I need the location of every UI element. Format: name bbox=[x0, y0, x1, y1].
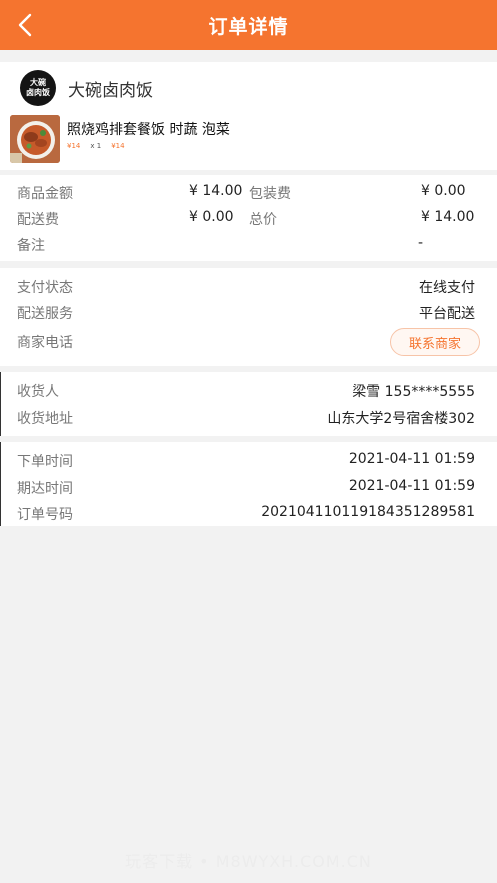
shop-row[interactable]: 大碗 卤肉饭 大碗卤肉饭 bbox=[20, 70, 153, 106]
shop-logo-text-bottom: 卤肉饭 bbox=[26, 88, 50, 97]
remark-value: - bbox=[418, 235, 424, 251]
order-number-label: 订单号码 bbox=[17, 507, 73, 523]
remark-label: 备注 bbox=[17, 238, 45, 254]
total-price-label: 总价 bbox=[249, 212, 277, 228]
page-title: 订单详情 bbox=[208, 15, 289, 38]
chevron-left-icon bbox=[18, 13, 32, 37]
recipient-name-value: 梁雪 155****5555 bbox=[352, 384, 475, 400]
item-unit-price: ¥14 bbox=[67, 142, 81, 150]
payment-status-value: 在线支付 bbox=[419, 280, 475, 296]
shop-logo: 大碗 卤肉饭 bbox=[20, 70, 56, 106]
expected-time-label: 期达时间 bbox=[17, 481, 73, 497]
order-time-value: 2021-04-11 01:59 bbox=[348, 451, 475, 467]
item-total-price: ¥14 bbox=[111, 142, 125, 150]
recipient-name-label: 收货人 bbox=[17, 384, 59, 400]
packing-fee-value: ¥ 0.00 bbox=[421, 183, 466, 199]
shop-logo-text-top: 大碗 bbox=[30, 78, 46, 87]
recipient-address-label: 收货地址 bbox=[17, 411, 73, 427]
item-meta: ¥14 x 1 ¥14 bbox=[67, 142, 230, 150]
app-header: 订单详情 bbox=[0, 0, 497, 50]
payment-status-label: 支付状态 bbox=[17, 280, 73, 296]
order-info-card: 下单时间 2021-04-11 01:59 期达时间 2021-04-11 01… bbox=[0, 442, 497, 526]
order-number-value: 20210411011918435128958​1 bbox=[261, 504, 475, 520]
delivery-service-value: 平台配送 bbox=[419, 306, 475, 322]
item-image bbox=[10, 115, 60, 163]
order-time-label: 下单时间 bbox=[17, 454, 73, 470]
shop-name: 大碗卤肉饭 bbox=[68, 80, 153, 101]
payment-card: 支付状态 在线支付 配送服务 平台配送 商家电话 联系商家 bbox=[0, 268, 497, 366]
delivery-fee-value: ¥ 0.00 bbox=[189, 209, 234, 225]
item-quantity: x 1 bbox=[90, 142, 102, 150]
expected-time-value: 2021-04-11 01:59 bbox=[348, 478, 475, 494]
shop-card: 大碗 卤肉饭 大碗卤肉饭 照烧鸡排套餐饭 时蔬 泡菜 ¥14 x 1 ¥14 bbox=[0, 62, 497, 170]
contact-merchant-button[interactable]: 联系商家 bbox=[390, 328, 480, 356]
delivery-fee-label: 配送费 bbox=[17, 212, 59, 228]
recipient-address-value: 山东大学2号宿舍楼302 bbox=[327, 411, 475, 427]
back-button[interactable] bbox=[12, 10, 38, 40]
goods-amount-label: 商品金额 bbox=[17, 186, 73, 202]
watermark: 玩客下载 • M8WYXH.COM.CN bbox=[125, 852, 372, 871]
item-name: 照烧鸡排套餐饭 时蔬 泡菜 bbox=[67, 122, 230, 138]
packing-fee-label: 包装费 bbox=[249, 186, 291, 202]
merchant-phone-label: 商家电话 bbox=[17, 335, 73, 351]
goods-amount-value: ¥ 14.00 bbox=[189, 183, 243, 199]
total-price-value: ¥ 14.00 bbox=[421, 209, 475, 225]
order-item[interactable]: 照烧鸡排套餐饭 时蔬 泡菜 ¥14 x 1 ¥14 bbox=[10, 115, 230, 163]
item-info: 照烧鸡排套餐饭 时蔬 泡菜 ¥14 x 1 ¥14 bbox=[67, 115, 230, 163]
fees-card: 商品金额 ¥ 14.00 包装费 ¥ 0.00 配送费 ¥ 0.00 总价 ¥ … bbox=[0, 175, 497, 261]
recipient-card: 收货人 梁雪 155****5555 收货地址 山东大学2号宿舍楼302 bbox=[0, 372, 497, 436]
delivery-service-label: 配送服务 bbox=[17, 306, 73, 322]
